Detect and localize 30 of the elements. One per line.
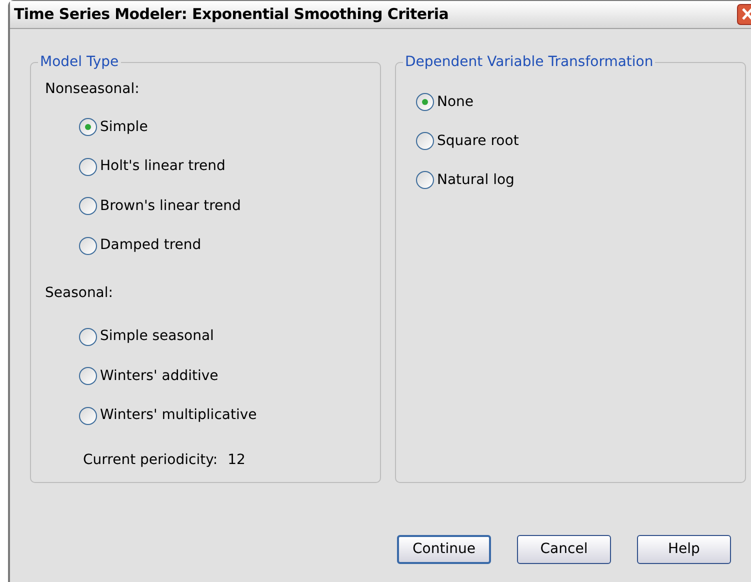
radio-button[interactable] — [79, 367, 97, 385]
radio-label[interactable]: Damped trend — [100, 235, 202, 256]
radio-label[interactable]: Simple — [100, 116, 148, 138]
radio-label[interactable]: Winters' multiplicative — [100, 405, 257, 426]
radio-label[interactable]: Simple seasonal — [100, 326, 214, 347]
periodicity-value: 12 — [228, 450, 246, 470]
radio-button[interactable] — [79, 236, 97, 254]
dialog-button[interactable]: Cancel — [517, 535, 611, 564]
dialog-button[interactable]: Continue — [397, 535, 491, 564]
radio-label[interactable]: Natural log — [437, 170, 514, 190]
radio-label[interactable]: Brown's linear trend — [100, 196, 241, 216]
window-title: Time Series Modeler: Exponential Smoothing Criteria — [14, 4, 449, 26]
radio-label[interactable]: Square root — [437, 130, 519, 152]
radio-button[interactable] — [79, 197, 97, 215]
radio-button[interactable] — [416, 171, 434, 189]
periodicity-label: Current periodicity: — [83, 450, 218, 470]
radio-label[interactable]: Holt's linear trend — [100, 156, 226, 177]
radio-button[interactable] — [79, 118, 97, 136]
group-title: Model Type — [39, 53, 120, 72]
radio-button[interactable] — [79, 158, 97, 176]
section-label: Nonseasonal: — [45, 80, 140, 99]
section-label: Seasonal: — [45, 284, 114, 302]
group-title: Dependent Variable Transformation — [404, 53, 654, 72]
radio-label[interactable]: Winters' additive — [100, 366, 218, 386]
dialog-button[interactable]: Help — [637, 535, 731, 564]
radio-button[interactable] — [416, 132, 434, 150]
radio-label[interactable]: None — [437, 92, 474, 112]
radio-button[interactable] — [416, 93, 434, 111]
radio-button[interactable] — [79, 328, 97, 346]
radio-button[interactable] — [79, 406, 97, 424]
